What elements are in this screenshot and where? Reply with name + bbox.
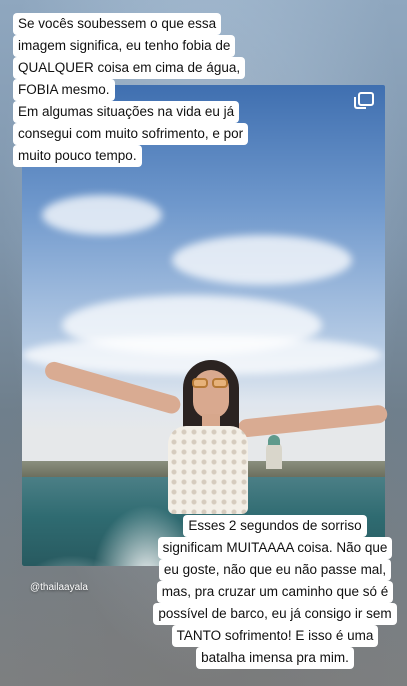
caption-line: Esses 2 segundos de sorriso <box>183 515 367 537</box>
sunglasses-icon <box>192 378 230 388</box>
lace-top <box>168 426 248 514</box>
caption-line: consegui com muito sofrimento, e por <box>13 123 249 145</box>
boat-wake <box>22 555 122 566</box>
caption-line: imagem significa, eu tenho fobia de <box>13 35 236 57</box>
caption-line: muito pouco tempo. <box>13 145 142 167</box>
church-dome <box>266 435 282 469</box>
cloud <box>42 195 162 235</box>
caption-line: TANTO sofrimento! E isso é uma <box>171 625 379 647</box>
caption-line: FOBIA mesmo. <box>13 79 115 101</box>
caption-line: batalha imensa pra mim. <box>196 647 354 669</box>
multiple-photos-icon <box>354 92 374 109</box>
username-watermark: @thailaayala <box>30 582 88 593</box>
cloud <box>172 235 352 285</box>
caption-line: eu goste, não que eu não passe mal, <box>158 559 392 581</box>
caption-line: significam MUITAAAA coisa. Não que <box>157 537 393 559</box>
caption-line: mas, pra cruzar um caminho que só é <box>156 581 394 603</box>
caption-top: Se vocês soubessem o que essa imagem sig… <box>13 13 293 167</box>
caption-line: possível de barco, eu já consigo ir sem <box>153 603 397 625</box>
caption-bottom: Esses 2 segundos de sorriso significam M… <box>146 515 404 669</box>
caption-line: Em algumas situações na vida eu já <box>13 101 240 123</box>
caption-line: QUALQUER coisa em cima de água, <box>13 57 246 79</box>
caption-line: Se vocês soubessem o que essa <box>13 13 222 35</box>
